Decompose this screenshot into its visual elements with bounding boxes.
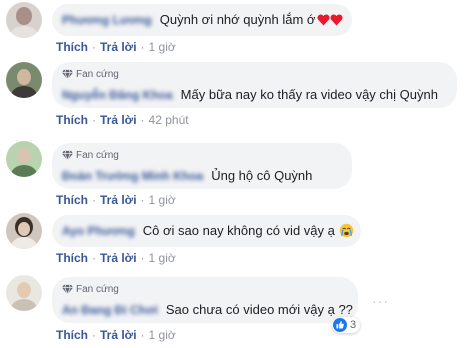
- comment-bubble: Fan cứng Nguyễn Đăng Khoa Mấy bữa nay ko…: [52, 62, 457, 108]
- like-link[interactable]: Thích: [56, 193, 88, 207]
- like-link[interactable]: Thích: [56, 328, 88, 342]
- like-link[interactable]: Thích: [56, 40, 88, 54]
- reply-link[interactable]: Trả lời: [100, 193, 137, 207]
- diamond-icon: [62, 69, 73, 80]
- author-name[interactable]: An Đang Đi Chơi: [62, 303, 158, 317]
- avatar[interactable]: [6, 275, 42, 311]
- comment-text: Cô ơi sao nay không có vid vậy ạ: [142, 223, 335, 238]
- badge-label: Fan cứng: [76, 284, 119, 295]
- comment-actions: Thích · Trả lời · 1 giờ: [56, 40, 176, 54]
- timestamp[interactable]: 42 phút: [149, 113, 189, 127]
- comment-actions: Thích · Trả lời · 1 giờ: [56, 328, 176, 342]
- reply-link[interactable]: Trả lời: [100, 40, 137, 54]
- reply-link[interactable]: Trả lời: [100, 328, 137, 342]
- fan-badge: Fan cứng: [62, 150, 119, 161]
- author-name[interactable]: Ayo Phương: [62, 224, 135, 238]
- comment-text: Ủng hộ cô Quỳnh: [211, 168, 313, 183]
- comment-text: Mấy bữa nay ko thấy ra video vậy chị Quỳ…: [180, 87, 438, 102]
- heart-icon: [317, 13, 330, 25]
- timestamp[interactable]: 1 giờ: [149, 40, 176, 54]
- fan-badge: Fan cứng: [62, 284, 119, 295]
- author-name[interactable]: Đoàn Trường Minh Khoa: [62, 169, 203, 183]
- fan-badge: Fan cứng: [62, 69, 119, 80]
- timestamp[interactable]: 1 giờ: [149, 193, 176, 207]
- reply-link[interactable]: Trả lời: [100, 251, 137, 265]
- reply-link[interactable]: Trả lời: [100, 113, 137, 127]
- like-link[interactable]: Thích: [56, 251, 88, 265]
- comment-text: Sao chưa có video mới vậy ạ ??: [165, 302, 353, 317]
- badge-label: Fan cứng: [76, 150, 119, 161]
- comment-bubble: Fan cứng An Đang Đi Chơi Sao chưa có vid…: [52, 277, 358, 323]
- comment-bubble: Ayo Phương Cô ơi sao nay không có vid vậ…: [52, 215, 361, 247]
- comment-bubble: Phương Lương Quỳnh ơi nhớ quỳnh lắm ớ: [52, 4, 352, 36]
- crying-face-icon: [339, 223, 354, 238]
- comment-actions: Thích · Trả lời · 1 giờ: [56, 251, 176, 265]
- comment-text: Quỳnh ơi nhớ quỳnh lắm ớ: [159, 12, 316, 27]
- avatar[interactable]: [6, 213, 42, 249]
- heart-icon: [330, 13, 343, 25]
- avatar[interactable]: [6, 2, 42, 38]
- avatar[interactable]: [6, 141, 42, 177]
- reaction-count[interactable]: 3: [332, 317, 361, 333]
- more-options-icon[interactable]: ···: [372, 293, 389, 309]
- comment-actions: Thích · Trả lời · 1 giờ: [56, 193, 176, 207]
- badge-label: Fan cứng: [76, 69, 119, 80]
- author-name[interactable]: Phương Lương: [62, 13, 152, 27]
- hearts-emoji: [317, 13, 343, 26]
- comment-actions: Thích · Trả lời · 42 phút: [56, 113, 189, 127]
- comment-bubble: Fan cứng Đoàn Trường Minh Khoa Ủng hộ cô…: [52, 143, 352, 189]
- timestamp[interactable]: 1 giờ: [149, 328, 176, 342]
- like-icon: [333, 318, 347, 332]
- reaction-number: 3: [350, 319, 357, 331]
- avatar[interactable]: [6, 62, 42, 98]
- diamond-icon: [62, 284, 73, 295]
- timestamp[interactable]: 1 giờ: [149, 251, 176, 265]
- like-link[interactable]: Thích: [56, 113, 88, 127]
- diamond-icon: [62, 150, 73, 161]
- author-name[interactable]: Nguyễn Đăng Khoa: [62, 88, 173, 102]
